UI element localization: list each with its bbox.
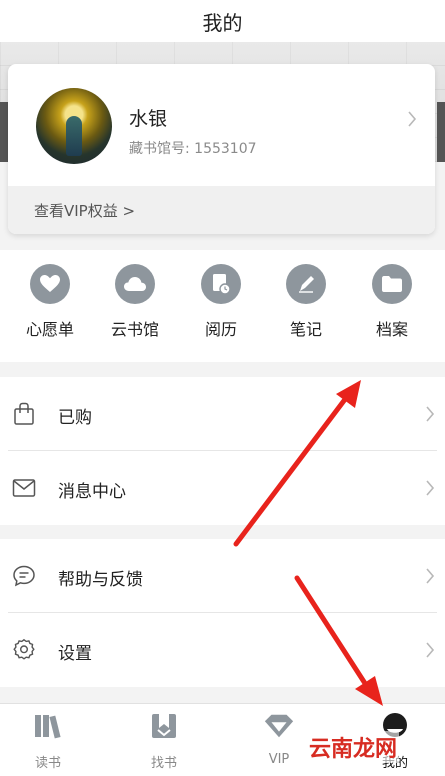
quick-action-label: 阅历: [204, 320, 237, 339]
mail-icon: [12, 479, 36, 497]
diamond-icon: [263, 710, 295, 742]
pen-icon: [286, 264, 326, 304]
quick-action-cloud-library[interactable]: 云书馆: [95, 264, 175, 356]
quick-action-history[interactable]: 阅历: [181, 264, 261, 356]
chevron-right-icon: [408, 111, 417, 127]
heart-icon: [30, 264, 70, 304]
tab-label: 读书: [34, 756, 61, 771]
list-item-settings[interactable]: 设置: [0, 613, 445, 687]
avatar-figure: [66, 116, 82, 156]
quick-action-wishlist[interactable]: 心愿单: [10, 264, 90, 356]
list-group-purchases: 已购 消息中心: [0, 377, 445, 525]
list-item-label: 已购: [58, 408, 92, 428]
page-title: 我的: [202, 10, 243, 35]
vip-benefits-link[interactable]: 查看VIP权益 >: [8, 186, 435, 234]
banner-edge-left: [0, 102, 8, 162]
quick-action-label: 云书馆: [110, 320, 159, 339]
profile-card[interactable]: 水银 藏书馆号: 1553107 查看VIP权益 >: [8, 64, 435, 234]
quick-action-label: 心愿单: [25, 320, 74, 339]
chat-icon: [13, 565, 35, 587]
list-item-label: 帮助与反馈: [58, 570, 143, 590]
folder-icon: [372, 264, 412, 304]
watermark-text: 云南龙网: [307, 731, 400, 763]
cloud-icon: [115, 264, 155, 304]
quick-action-label: 档案: [375, 320, 408, 339]
chevron-right-icon: [426, 480, 435, 496]
avatar[interactable]: [36, 88, 112, 164]
list-item-messages[interactable]: 消息中心: [0, 451, 445, 525]
chevron-right-icon: [426, 642, 435, 658]
bookmark-download-icon: [148, 710, 180, 742]
list-item-help-feedback[interactable]: 帮助与反馈: [0, 539, 445, 613]
gear-icon: [13, 638, 35, 660]
list-item-purchased[interactable]: 已购: [0, 377, 445, 451]
top-bar: 我的: [0, 0, 445, 42]
list-group-support: 帮助与反馈 设置: [0, 539, 445, 687]
chevron-right-icon: [426, 568, 435, 584]
history-icon: [201, 264, 241, 304]
list-item-label: 消息中心: [58, 482, 126, 502]
list-item-label: 设置: [58, 644, 92, 664]
bag-icon: [14, 402, 34, 425]
quick-action-label: 笔记: [289, 320, 322, 339]
books-icon: [32, 710, 64, 742]
tab-label: 找书: [150, 756, 177, 771]
tab-read[interactable]: 读书: [8, 710, 88, 775]
profile-name: 水银: [129, 108, 168, 130]
tab-find-books[interactable]: 找书: [124, 710, 204, 775]
banner-edge-right: [437, 102, 445, 162]
quick-action-notes[interactable]: 笔记: [266, 264, 346, 356]
profile-library-id: 藏书馆号: 1553107: [129, 141, 257, 157]
chevron-right-icon: [426, 406, 435, 422]
quick-action-archive[interactable]: 档案: [352, 264, 432, 356]
quick-actions: 心愿单 云书馆 阅历 笔记 档案: [0, 250, 445, 362]
